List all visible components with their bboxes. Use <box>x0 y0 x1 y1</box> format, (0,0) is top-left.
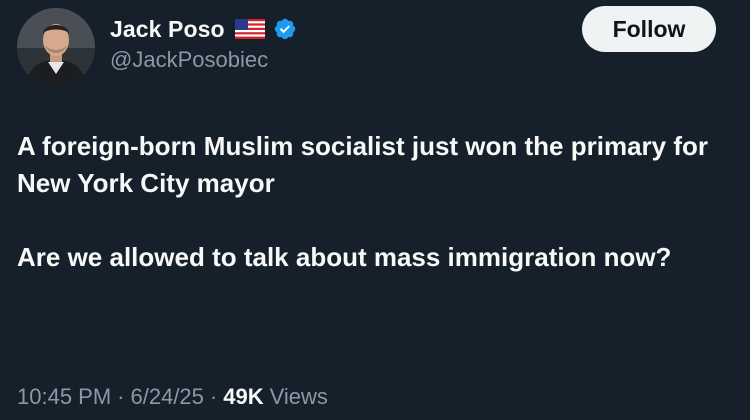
avatar[interactable] <box>17 8 95 86</box>
meta-separator: · <box>209 384 218 409</box>
tweet-paragraph: Are we allowed to talk about mass immigr… <box>17 242 672 272</box>
tweet-meta: 10:45 PM · 6/24/25 · 49K Views <box>17 384 328 410</box>
us-flag-icon <box>234 19 265 39</box>
tweet-paragraph: A foreign-born Muslim socialist just won… <box>17 131 708 198</box>
author-name-row: Jack Poso <box>110 12 297 46</box>
meta-separator: · <box>117 384 125 409</box>
tweet-card: Jack Poso @JackPosobiec Follow A foreign… <box>0 0 750 420</box>
author-handle[interactable]: @JackPosobiec <box>110 47 268 73</box>
tweet-time[interactable]: 10:45 PM <box>17 384 111 410</box>
follow-button[interactable]: Follow <box>582 6 716 52</box>
tweet-date[interactable]: 6/24/25 <box>131 384 204 410</box>
author-display-name[interactable]: Jack Poso <box>110 16 225 43</box>
views-count: 49K <box>223 384 264 409</box>
views-label: Views <box>269 384 328 409</box>
tweet-text: A foreign-born Muslim socialist just won… <box>17 128 717 276</box>
verified-badge-icon[interactable] <box>273 17 297 41</box>
